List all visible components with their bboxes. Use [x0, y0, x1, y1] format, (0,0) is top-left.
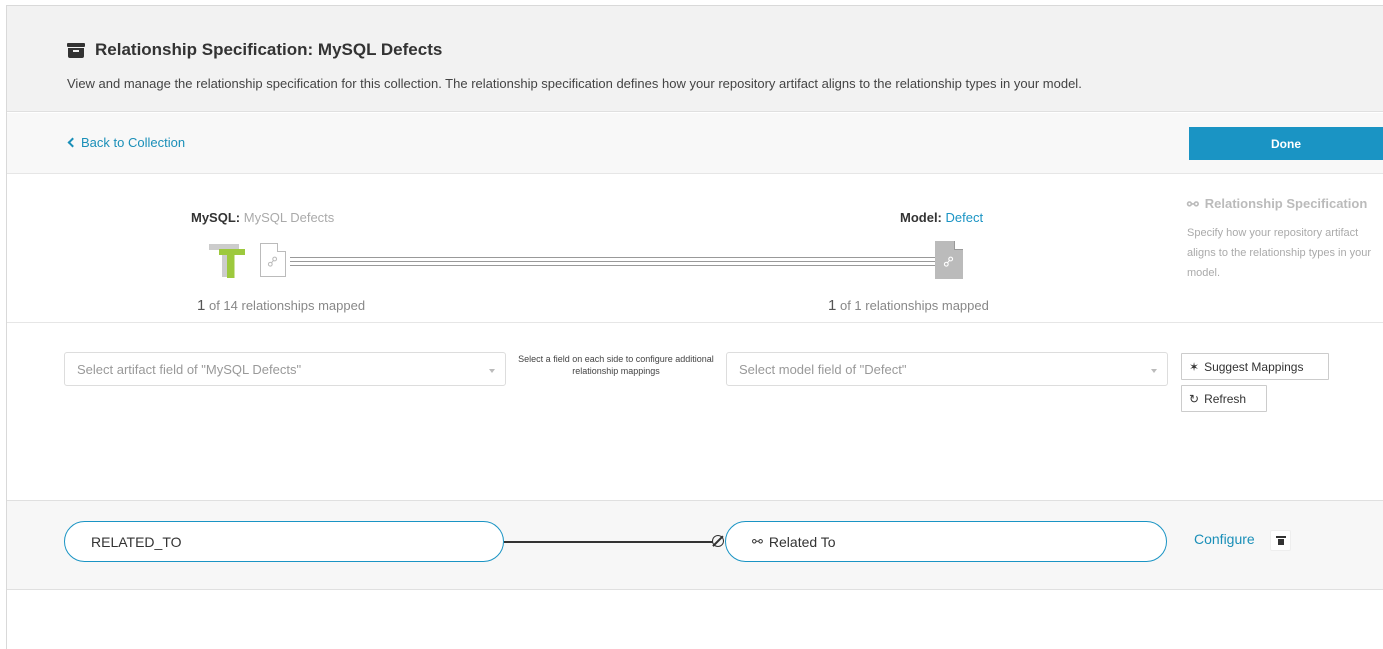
artifact-field-placeholder: Select artifact field of "MySQL Defects" [77, 361, 302, 377]
model-mapped-number: 1 [828, 297, 837, 314]
model-name: Defect [945, 210, 984, 225]
model-mapped-text: of 1 relationships mapped [839, 298, 989, 313]
link-icon: ⚯ [938, 251, 959, 272]
model-mapped-count: 1 of 1 relationships mapped [828, 297, 989, 314]
link-icon: ⚯ [752, 533, 763, 549]
toolbar: Back to Collection Done [7, 113, 1383, 174]
suggest-mappings-button[interactable]: ✶ Suggest Mappings [1181, 353, 1329, 380]
mapping-row: RELATED_TO ⚯ Related To Configure [7, 500, 1383, 590]
magic-wand-icon: ✶ [1189, 359, 1200, 374]
archive-icon [67, 42, 85, 58]
source-mapped-text: of 14 relationships mapped [208, 298, 366, 313]
field-select-hint: Select a field on each side to configure… [518, 354, 714, 376]
refresh-button[interactable]: ↻ Refresh [1181, 385, 1267, 412]
chevron-left-icon [67, 137, 78, 148]
source-mapped-count: 1 of 14 relationships mapped [197, 297, 365, 314]
source-mapped-number: 1 [197, 297, 206, 314]
source-document-icon: ⚯ [260, 243, 286, 277]
relationship-diagram: MySQL: MySQL Defects Model: Defect ⚯ ⚯ 1… [7, 175, 1383, 323]
page-title: Relationship Specification: MySQL Defect… [67, 40, 442, 60]
source-title: MySQL: MySQL Defects [191, 210, 334, 225]
back-link-label: Back to Collection [81, 135, 186, 150]
source-field-name: RELATED_TO [91, 533, 182, 550]
link-icon: ⚯ [262, 251, 283, 271]
mapping-connector [504, 541, 714, 543]
artifact-field-select[interactable]: Select artifact field of "MySQL Defects" [64, 352, 506, 386]
info-panel-description: Specify how your repository artifact ali… [1187, 227, 1372, 279]
done-button[interactable]: Done [1189, 127, 1383, 160]
source-name: MySQL Defects [243, 210, 335, 225]
page-header: Relationship Specification: MySQL Defect… [7, 6, 1383, 112]
back-to-collection-link[interactable]: Back to Collection [67, 135, 185, 150]
model-field-placeholder: Select model field of "Defect" [739, 361, 907, 377]
model-field-name: Related To [768, 533, 836, 550]
source-field-pill[interactable]: RELATED_TO [64, 521, 504, 562]
table-icon [209, 244, 245, 278]
caret-down-icon [489, 369, 495, 373]
null-marker-icon [712, 535, 724, 547]
info-panel-heading: ⚯ Relationship Specification [1187, 195, 1383, 213]
page-description: View and manage the relationship specifi… [67, 76, 1082, 91]
suggest-mappings-label: Suggest Mappings [1204, 359, 1304, 374]
model-document-icon: ⚯ [935, 241, 963, 279]
model-type-label: Model: [900, 210, 942, 225]
info-panel: ⚯ Relationship Specification Specify how… [1187, 195, 1383, 283]
refresh-icon: ↻ [1189, 391, 1200, 406]
connection-line [290, 261, 935, 262]
info-panel-title: Relationship Specification [1204, 196, 1368, 211]
connection-line [290, 257, 935, 258]
page-title-text: Relationship Specification: MySQL Defect… [95, 40, 443, 59]
configure-link[interactable]: Configure [1194, 531, 1255, 547]
delete-mapping-button[interactable] [1270, 530, 1291, 551]
model-field-select[interactable]: Select model field of "Defect" [726, 352, 1168, 386]
connection-line [290, 265, 935, 266]
model-field-pill[interactable]: ⚯ Related To [725, 521, 1167, 562]
refresh-label: Refresh [1204, 391, 1247, 406]
source-type-label: MySQL: [191, 210, 241, 225]
model-title: Model: Defect [900, 210, 983, 225]
caret-down-icon [1151, 369, 1157, 373]
link-icon: ⚯ [1187, 196, 1199, 212]
trash-icon [1275, 536, 1286, 545]
